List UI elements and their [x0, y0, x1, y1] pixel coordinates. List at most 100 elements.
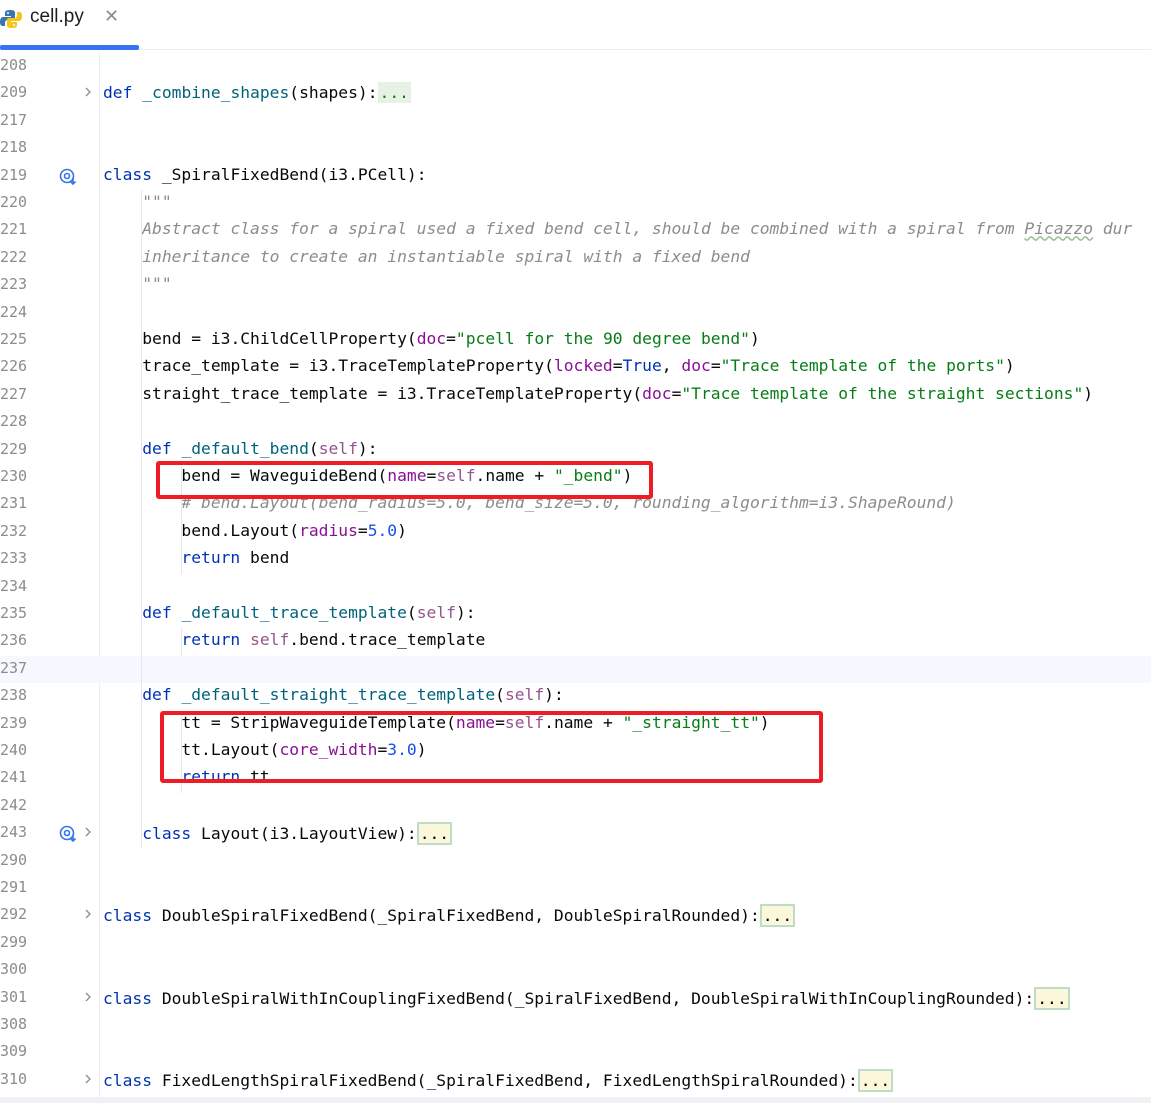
line-number: 299 [0, 932, 28, 951]
line-number: 236 [0, 631, 28, 650]
line-number: 235 [0, 604, 28, 622]
line-number: 222 [0, 247, 28, 266]
code-text: ( [406, 603, 417, 622]
folded-code-placeholder[interactable]: ... [377, 82, 411, 104]
code-text: trace_template = i3.TraceTemplatePropert… [142, 356, 554, 376]
code-line[interactable]: 226 trace_template = i3.TraceTemplatePro… [0, 354, 1151, 381]
code-editor[interactable]: 208 209 def _combine_shapes(shapes):... 21… [0, 53, 1151, 1103]
code-text: ): [455, 603, 476, 622]
code-line[interactable]: 222 inheritance to create an instantiabl… [0, 245, 1151, 272]
code-line[interactable]: 227 straight_trace_template = i3.TraceTe… [0, 382, 1151, 409]
docstring-text: Picazzo [1024, 219, 1094, 239]
code-line[interactable]: 299 [0, 930, 1151, 957]
function-name: _default_straight_trace_template [181, 685, 496, 705]
code-content: class DoubleSpiralFixedBend(_SpiralFixed… [103, 904, 796, 928]
chevron-right-icon[interactable] [83, 1071, 93, 1087]
function-name: _default_trace_template [181, 603, 407, 622]
code-content: class Layout(i3.LayoutView):... [103, 822, 453, 846]
code-line[interactable]: 218 [0, 135, 1151, 162]
self-keyword: self [250, 630, 290, 650]
self-keyword: self [318, 438, 358, 458]
code-content: class DoubleSpiralWithInCouplingFixedBen… [103, 986, 1070, 1010]
code-line[interactable]: 228 [0, 409, 1151, 436]
folded-code-placeholder[interactable]: ... [857, 1068, 894, 1092]
line-number: 233 [0, 549, 28, 568]
code-line[interactable]: 243 class Layout(i3.LayoutView):... [0, 820, 1151, 847]
operator: = [357, 520, 368, 540]
line-number: 219 [0, 165, 28, 184]
code-content: class _SpiralFixedBend(i3.PCell): [103, 165, 427, 184]
code-text: ) [1083, 383, 1094, 403]
code-content: inheritance to create an instantiable sp… [103, 247, 750, 266]
code-line[interactable]: 290 [0, 848, 1151, 875]
parameter-name: doc [681, 356, 711, 376]
line-number: 209 [0, 83, 28, 102]
chevron-right-icon[interactable] [83, 84, 93, 100]
code-content: return bend [103, 548, 289, 567]
folded-code-placeholder[interactable]: ... [1034, 986, 1070, 1010]
operator: = [612, 356, 623, 376]
operator: = [446, 329, 456, 348]
keyword: class [103, 1070, 153, 1090]
line-number: 242 [0, 795, 28, 814]
code-line[interactable]: 223 """ [0, 272, 1151, 299]
code-line[interactable]: 220 """ [0, 190, 1151, 217]
line-number: 218 [0, 138, 28, 157]
parameter-name: locked [553, 356, 613, 376]
code-line[interactable]: 291 [0, 875, 1151, 902]
code-line[interactable]: 208 [0, 53, 1151, 80]
override-icon[interactable] [59, 168, 79, 186]
code-line[interactable]: 300 [0, 957, 1151, 984]
line-number: 217 [0, 110, 28, 129]
code-line[interactable]: 242 [0, 793, 1151, 820]
code-content: def _default_trace_template(self): [103, 603, 476, 622]
code-line[interactable]: 209 def _combine_shapes(shapes):... [0, 80, 1151, 107]
class-name: DoubleSpiralFixedBend(_SpiralFixedBend, … [152, 906, 760, 926]
docstring-text: dur [1093, 219, 1133, 239]
code-line[interactable]: 229 def _default_bend(self): [0, 437, 1151, 464]
code-line[interactable]: 309 [0, 1039, 1151, 1066]
function-args: (shapes): [289, 83, 378, 103]
override-icon[interactable] [59, 825, 79, 843]
tab-cell-py[interactable]: cell.py ✕ [0, 0, 139, 50]
code-line[interactable]: 232 bend.Layout(radius=5.0) [0, 519, 1151, 546]
class-bases: (i3.PCell): [318, 164, 427, 184]
folded-code-placeholder[interactable]: ... [416, 822, 453, 846]
line-number: 229 [0, 439, 28, 458]
docstring-delimiter: """ [142, 274, 172, 294]
code-text: bend = i3.ChildCellProperty( [142, 329, 417, 348]
horizontal-scrollbar[interactable] [0, 1097, 1151, 1103]
code-line[interactable]: 217 [0, 108, 1151, 135]
chevron-right-icon[interactable] [83, 989, 93, 1005]
line-number: 238 [0, 686, 28, 705]
operator: = [710, 356, 721, 376]
chevron-right-icon[interactable] [83, 824, 93, 840]
string-literal: "pcell for the 90 degree bend" [455, 329, 750, 348]
code-line[interactable]: 292 class DoubleSpiralFixedBend(_SpiralF… [0, 902, 1151, 929]
docstring-text: inheritance to create an instantiable sp… [142, 246, 750, 266]
line-number: 239 [0, 713, 28, 732]
docstring-delimiter: """ [142, 192, 172, 211]
code-line[interactable]: 224 [0, 300, 1151, 327]
code-content: bend = i3.ChildCellProperty(doc="pcell f… [103, 329, 760, 348]
code-line[interactable]: 221 Abstract class for a spiral used a f… [0, 217, 1151, 244]
code-line[interactable]: 237 [0, 655, 1151, 683]
code-line[interactable]: 236 return self.bend.trace_template [0, 628, 1151, 655]
code-text: bend.Layout( [181, 520, 300, 540]
code-text: ( [495, 685, 505, 705]
code-line[interactable]: 301 class DoubleSpiralWithInCouplingFixe… [0, 985, 1151, 1012]
code-line[interactable]: 308 [0, 1012, 1151, 1039]
class-name: DoubleSpiralWithInCouplingFixedBend(_Spi… [152, 988, 1035, 1008]
line-number: 243 [0, 823, 28, 842]
code-line[interactable]: 219 class _SpiralFixedBend(i3.PCell): [0, 163, 1151, 190]
line-number: 220 [0, 193, 28, 211]
code-line[interactable]: 238 def _default_straight_trace_template… [0, 683, 1151, 710]
code-line[interactable]: 225 bend = i3.ChildCellProperty(doc="pce… [0, 327, 1151, 354]
code-line[interactable]: 234 [0, 574, 1151, 601]
chevron-right-icon[interactable] [83, 906, 93, 922]
code-line[interactable]: 233 return bend [0, 546, 1151, 573]
code-line[interactable]: 310 class FixedLengthSpiralFixedBend(_Sp… [0, 1067, 1151, 1094]
folded-code-placeholder[interactable]: ... [759, 904, 796, 928]
close-icon[interactable]: ✕ [104, 6, 119, 27]
code-line[interactable]: 235 def _default_trace_template(self): [0, 601, 1151, 628]
